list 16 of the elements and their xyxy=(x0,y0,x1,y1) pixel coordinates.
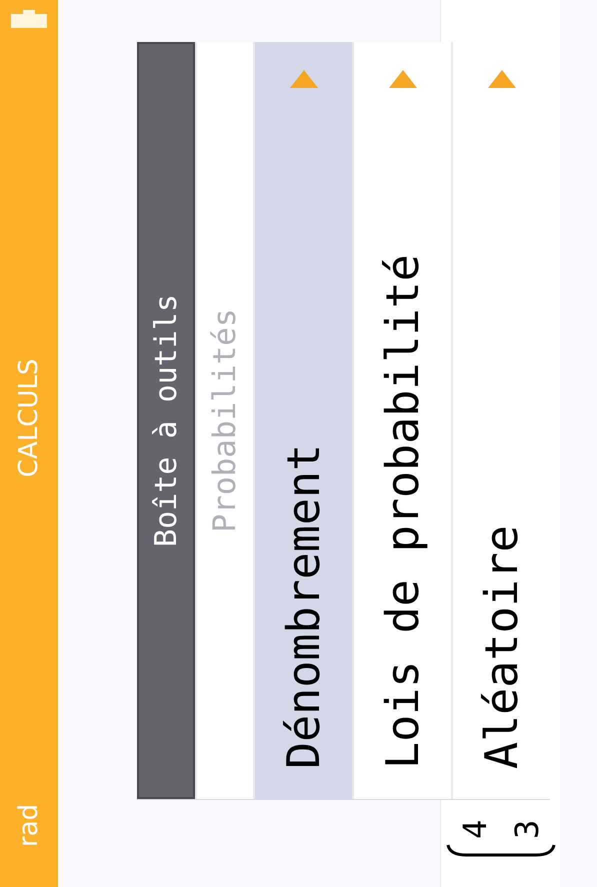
submenu-arrow-icon xyxy=(290,70,318,88)
toolbox-subtitle: Probabilités xyxy=(206,308,244,532)
submenu-arrow-icon xyxy=(488,70,516,88)
bracket-icon xyxy=(446,843,556,857)
matrix-entry: 3 xyxy=(510,820,542,839)
menu-item[interactable]: Dénombrement xyxy=(255,42,352,799)
menu-item-label: Aléatoire xyxy=(479,525,524,769)
menu-item[interactable]: Aléatoire xyxy=(453,42,550,799)
menu-item-label: Dénombrement xyxy=(281,444,326,769)
app-title: CALCULS xyxy=(12,358,44,478)
matrix-entry: 4 xyxy=(458,820,490,839)
angle-unit: rad xyxy=(12,804,44,847)
menu-item[interactable]: Lois de probabilité xyxy=(354,42,451,799)
toolbox-title: Boîte à outils xyxy=(148,294,184,547)
menu-item-label: Lois de probabilité xyxy=(380,254,425,769)
submenu-arrow-icon xyxy=(388,70,416,88)
